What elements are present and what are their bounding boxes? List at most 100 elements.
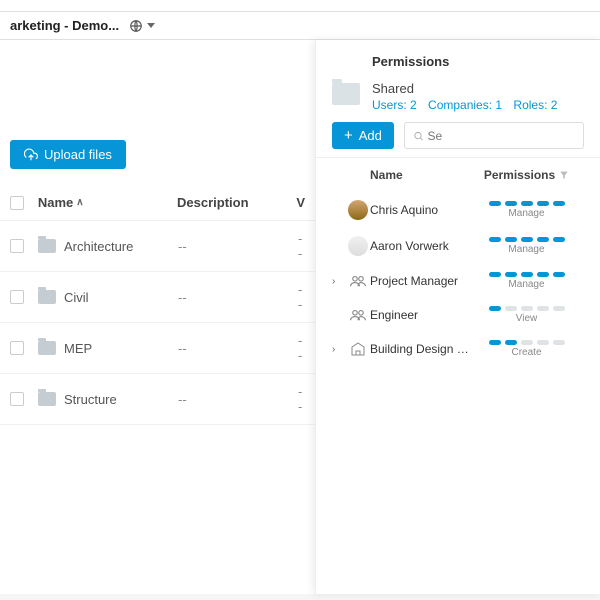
permission-dot	[553, 237, 565, 242]
permission-dot	[521, 237, 533, 242]
panel-folder-name: Shared	[372, 81, 565, 96]
search-box[interactable]	[404, 122, 584, 149]
table-row[interactable]: MEP -- --	[0, 323, 315, 374]
visibility-selector[interactable]	[129, 19, 155, 33]
stat-companies[interactable]: Companies: 1	[428, 98, 502, 112]
folder-icon	[38, 341, 56, 355]
table-row[interactable]: Structure -- --	[0, 374, 315, 425]
permission-row[interactable]: › Project ManagerManage	[316, 264, 600, 298]
row-version: --	[298, 231, 305, 261]
chevron-down-icon	[147, 23, 155, 28]
permission-level-label: Manage	[508, 244, 544, 255]
row-checkbox[interactable]	[10, 341, 24, 355]
folder-name: MEP	[64, 341, 92, 356]
permission-dot	[537, 237, 549, 242]
permission-dot	[505, 201, 517, 206]
search-icon	[413, 130, 424, 142]
folder-icon	[332, 83, 360, 105]
permission-dot	[489, 272, 501, 277]
folder-icon	[38, 392, 56, 406]
permission-dot	[505, 272, 517, 277]
column-name[interactable]: Name∧	[38, 195, 177, 210]
expand-arrow-icon[interactable]: ›	[332, 276, 346, 287]
permission-dot	[537, 201, 549, 206]
project-title: arketing - Demo...	[10, 18, 119, 33]
panel-header: Permissions Shared Users: 2 Companies: 1…	[316, 40, 600, 122]
plus-icon: +	[344, 128, 353, 143]
permission-dot	[537, 306, 549, 311]
building-icon	[346, 341, 370, 357]
row-description: --	[178, 290, 298, 305]
table-row[interactable]: Civil -- --	[0, 272, 315, 323]
permission-row[interactable]: ›Building Design Pr...Create	[316, 332, 600, 366]
row-checkbox[interactable]	[10, 239, 24, 253]
permission-dot	[553, 201, 565, 206]
permission-name: Chris Aquino	[370, 203, 469, 217]
expand-arrow-icon[interactable]: ›	[332, 344, 346, 355]
permission-indicator[interactable]: Create	[469, 340, 584, 358]
role-icon	[346, 274, 370, 288]
row-checkbox[interactable]	[10, 392, 24, 406]
permission-dot	[521, 201, 533, 206]
stat-users[interactable]: Users: 2	[372, 98, 417, 112]
sort-asc-icon: ∧	[76, 197, 83, 208]
folder-table: Name∧ Description V Architecture -- -- C…	[0, 185, 315, 425]
search-input[interactable]	[427, 129, 575, 143]
folder-icon	[38, 239, 56, 253]
permission-indicator[interactable]: Manage	[469, 201, 584, 219]
permissions-table-header: Name Permissions	[316, 158, 600, 192]
cloud-upload-icon	[24, 148, 38, 162]
add-label: Add	[359, 128, 382, 143]
permission-dot	[521, 306, 533, 311]
permission-dot	[521, 272, 533, 277]
top-strip	[0, 0, 600, 12]
permission-dot	[505, 340, 517, 345]
permission-row[interactable]: Chris Aquino Manage	[316, 192, 600, 228]
permission-name: Aaron Vorwerk	[370, 239, 469, 253]
folder-name: Civil	[64, 290, 89, 305]
permission-dot	[489, 237, 501, 242]
permission-dot	[537, 272, 549, 277]
permission-dot	[489, 306, 501, 311]
upload-label: Upload files	[44, 147, 112, 162]
permission-level-label: Manage	[508, 208, 544, 219]
stat-roles[interactable]: Roles: 2	[513, 98, 557, 112]
permissions-list: Chris Aquino Manage Aaron Vorwerk Manage › Pr…	[316, 192, 600, 366]
permission-dot	[505, 306, 517, 311]
folder-name: Structure	[64, 392, 117, 407]
permission-indicator[interactable]: Manage	[469, 237, 584, 255]
row-checkbox[interactable]	[10, 290, 24, 304]
column-description[interactable]: Description	[177, 195, 296, 210]
permission-dot	[553, 306, 565, 311]
permission-dot	[553, 340, 565, 345]
permission-name: Project Manager	[370, 274, 469, 288]
folder-name: Architecture	[64, 239, 133, 254]
role-icon	[346, 308, 370, 322]
select-all-checkbox[interactable]	[10, 196, 24, 210]
permissions-panel: Permissions Shared Users: 2 Companies: 1…	[315, 40, 600, 594]
column-version[interactable]: V	[296, 195, 305, 210]
permission-dot	[553, 272, 565, 277]
user-avatar	[348, 200, 368, 220]
permission-dot	[521, 340, 533, 345]
permission-dot	[489, 340, 501, 345]
permission-name: Engineer	[370, 308, 469, 322]
permission-level-label: Create	[511, 347, 541, 358]
row-version: --	[298, 384, 305, 414]
file-browser: Upload files Name∧ Description V Archite…	[0, 40, 315, 594]
permission-row[interactable]: EngineerView	[316, 298, 600, 332]
row-version: --	[298, 282, 305, 312]
table-header: Name∧ Description V	[0, 185, 315, 221]
user-avatar	[348, 236, 368, 256]
perm-column-permissions[interactable]: Permissions	[469, 168, 584, 182]
table-row[interactable]: Architecture -- --	[0, 221, 315, 272]
permission-indicator[interactable]: Manage	[469, 272, 584, 290]
row-description: --	[178, 392, 298, 407]
permission-dot	[505, 237, 517, 242]
permission-indicator[interactable]: View	[469, 306, 584, 324]
add-permission-button[interactable]: + Add	[332, 122, 394, 149]
permission-row[interactable]: Aaron Vorwerk Manage	[316, 228, 600, 264]
upload-files-button[interactable]: Upload files	[10, 140, 126, 169]
permission-dot	[489, 201, 501, 206]
perm-column-name[interactable]: Name	[370, 168, 469, 182]
